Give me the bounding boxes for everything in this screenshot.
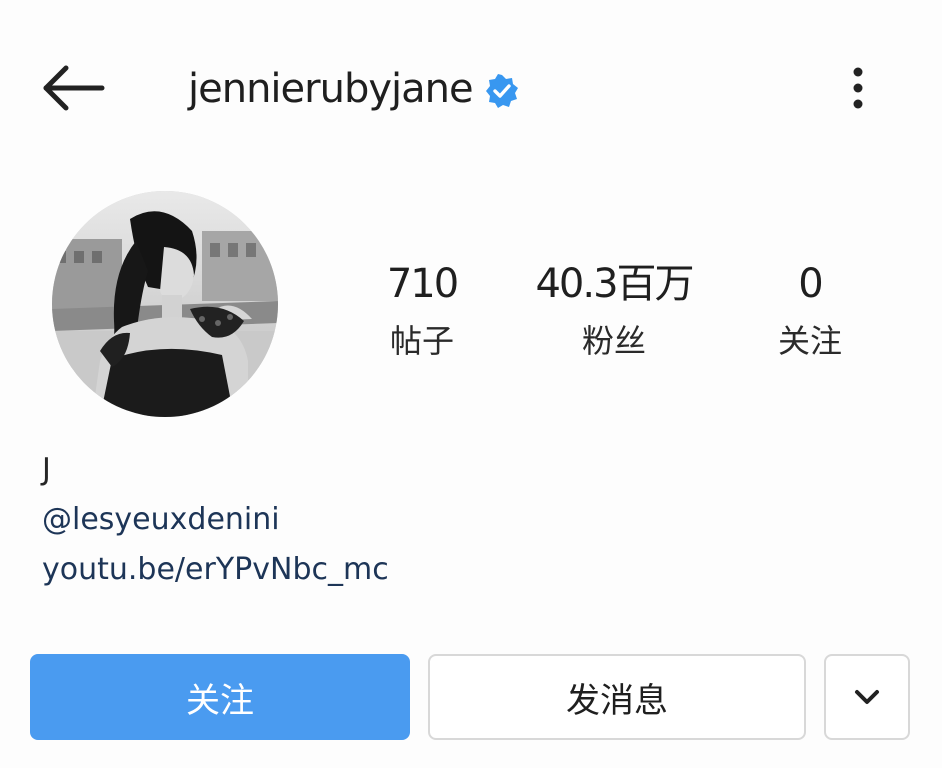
stat-posts[interactable]: 710 帖子 [322, 258, 522, 366]
bio-website-link[interactable]: youtu.be/erYPvNbc_mc [42, 552, 389, 587]
profile-photo [52, 191, 278, 417]
stat-posts-label: 帖子 [389, 322, 454, 360]
username: jennierubyjane [188, 66, 474, 112]
profile-header-title: jennierubyjane [188, 62, 519, 116]
stat-followers-value: 40.3百万 [535, 261, 694, 307]
stat-posts-value: 710 [386, 261, 459, 307]
follow-button[interactable]: 关注 [30, 654, 410, 740]
message-button[interactable]: 发消息 [428, 654, 806, 740]
arrow-left-icon [43, 65, 105, 111]
follow-button-label: 关注 [186, 680, 254, 721]
stat-followers[interactable]: 40.3百万 粉丝 [514, 258, 714, 366]
avatar[interactable] [52, 191, 278, 417]
three-dots-vertical-icon [853, 67, 863, 109]
message-button-label: 发消息 [566, 680, 668, 721]
profile-screen: jennierubyjane 710 帖子 40.3百万 粉丝 0 关注 J @… [0, 0, 942, 768]
stat-followers-label: 粉丝 [581, 322, 646, 360]
back-button[interactable] [38, 62, 108, 114]
bio-mention-link[interactable]: @lesyeuxdenini [42, 502, 280, 537]
stat-following[interactable]: 0 关注 [710, 258, 910, 366]
stat-following-value: 0 [798, 261, 823, 307]
verified-badge-icon [485, 74, 519, 108]
bio-name: J [42, 452, 51, 487]
suggested-dropdown-button[interactable] [824, 654, 910, 740]
chevron-down-icon [855, 690, 879, 704]
more-options-button[interactable] [838, 64, 878, 112]
stat-following-label: 关注 [777, 322, 842, 360]
